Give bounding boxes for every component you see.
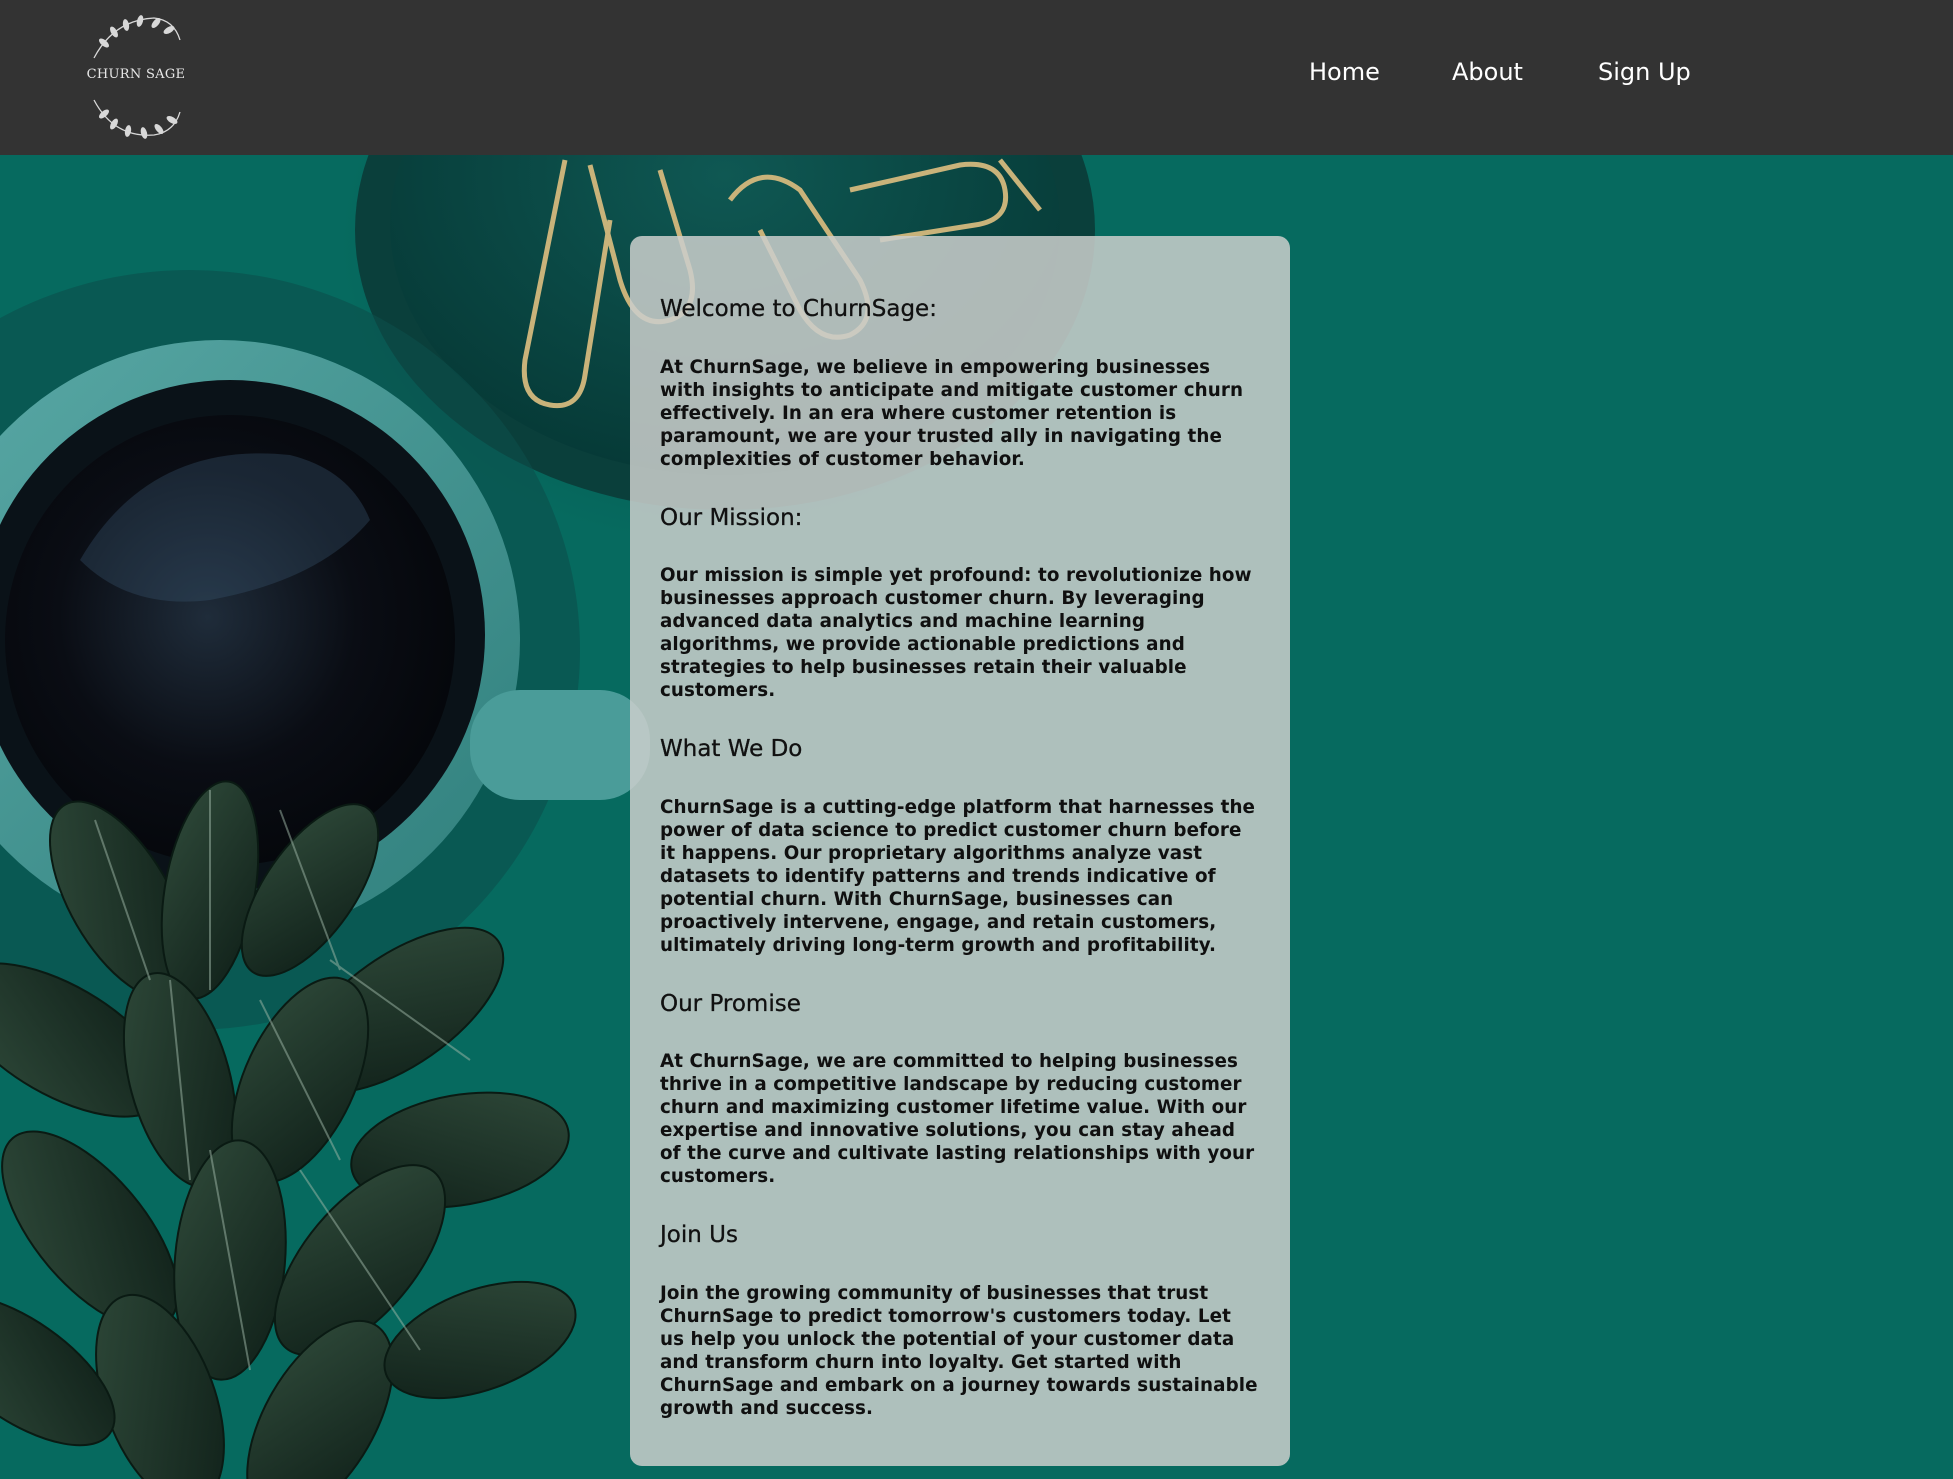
section-heading-what-we-do: What We Do — [660, 736, 803, 763]
logo-text: CHURN SAGE — [86, 67, 186, 82]
section-body-what-we-do: ChurnSage is a cutting-edge platform tha… — [660, 796, 1256, 956]
top-navbar: CHURN SAGE Home About Sign Up — [0, 0, 1953, 155]
nav-home-link[interactable]: Home — [1309, 58, 1380, 86]
section-body-mission: Our mission is simple yet profound: to r… — [660, 565, 1252, 702]
page: CHURN SAGE Home About Sign Up Welcome to… — [0, 0, 1953, 1479]
nav-signup-link[interactable]: Sign Up — [1598, 58, 1691, 86]
section-heading-mission: Our Mission: — [660, 504, 803, 531]
section-heading-welcome: Welcome to ChurnSage: — [660, 296, 937, 322]
section-heading-promise: Our Promise — [660, 990, 801, 1017]
section-body-promise: At ChurnSage, we are committed to helpin… — [660, 1051, 1255, 1188]
nav-about-link[interactable]: About — [1452, 58, 1523, 86]
churn-sage-logo[interactable]: CHURN SAGE — [84, 10, 188, 140]
section-heading-join-us: Join Us — [660, 1222, 738, 1249]
section-body-welcome: At ChurnSage, we believe in empowering b… — [660, 356, 1244, 470]
about-content-card: Welcome to ChurnSage: At ChurnSage, we b… — [630, 236, 1290, 1466]
section-body-join-us: Join the growing community of businesses… — [660, 1282, 1258, 1419]
